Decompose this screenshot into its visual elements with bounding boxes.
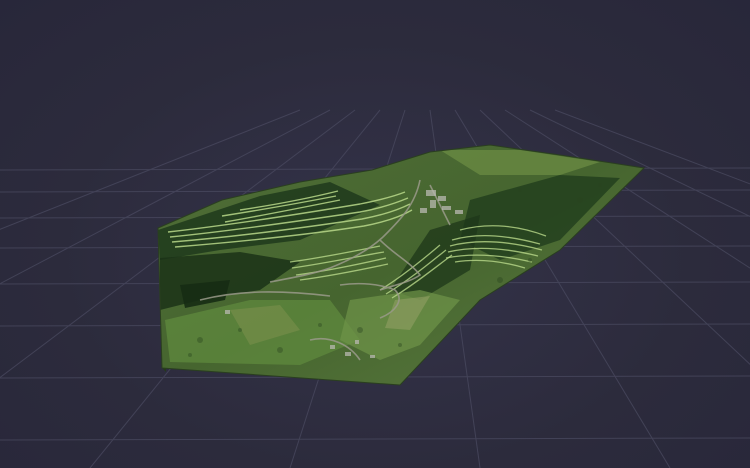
terrain-mesh[interactable] [157, 144, 646, 386]
3d-viewport[interactable] [0, 0, 750, 468]
scene-canvas[interactable] [0, 0, 750, 468]
